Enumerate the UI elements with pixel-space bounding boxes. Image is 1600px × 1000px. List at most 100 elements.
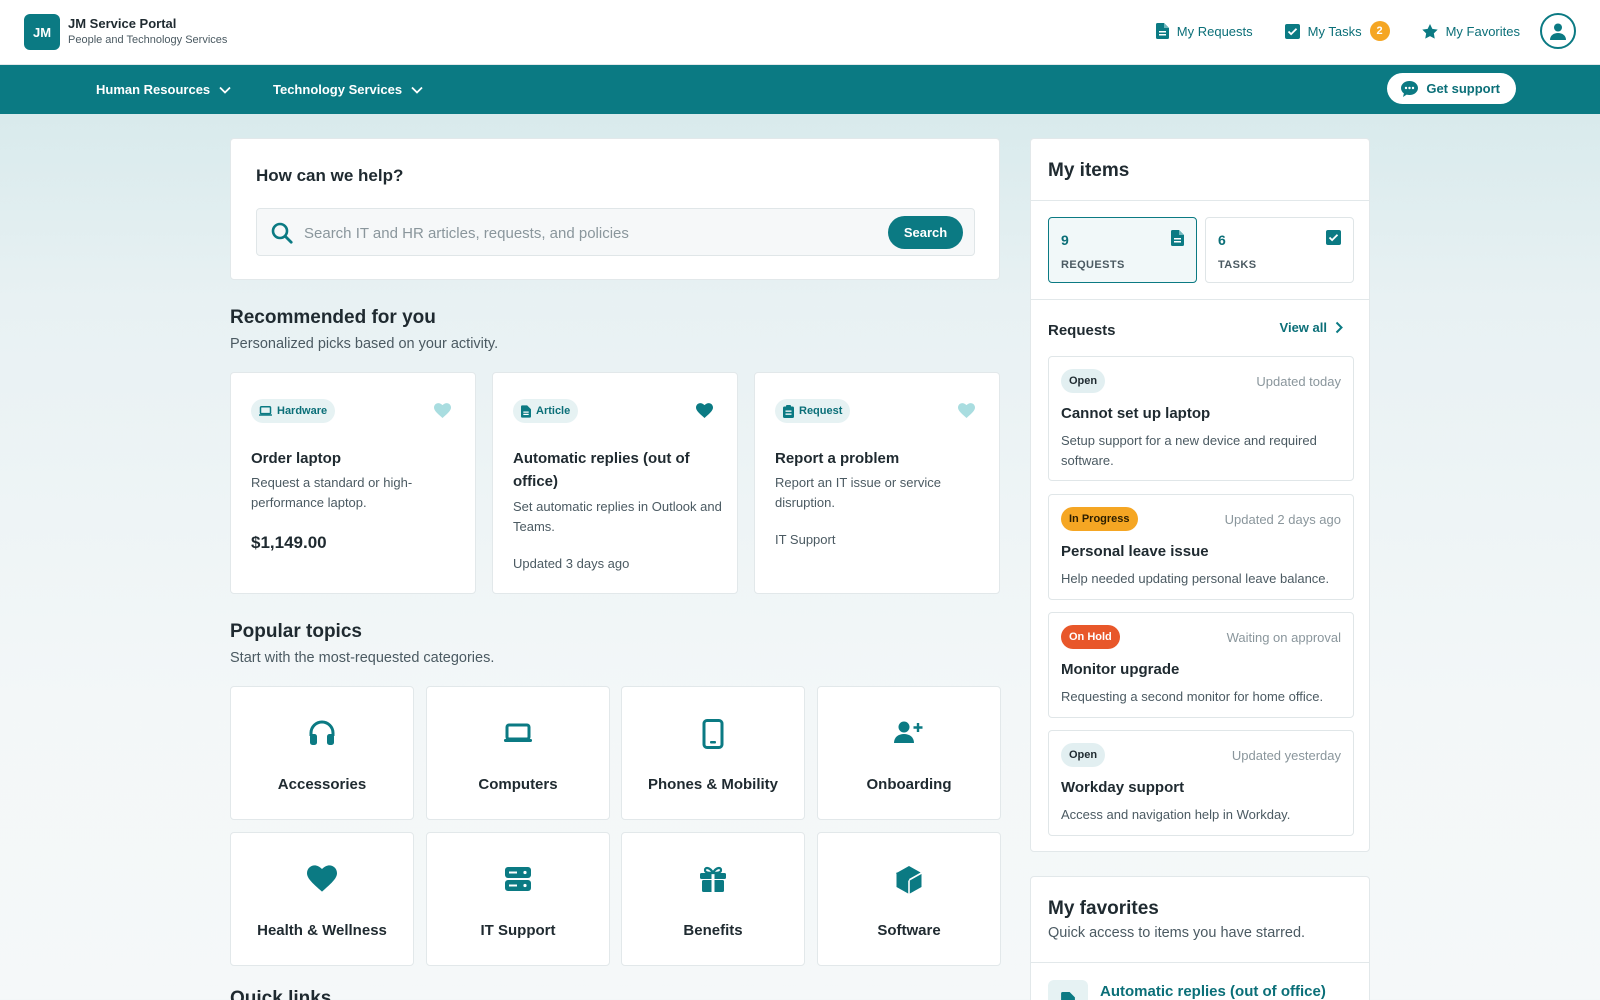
request-title: Workday support xyxy=(1061,779,1185,796)
topic-health-wellness[interactable]: Health & Wellness xyxy=(230,832,414,966)
requests-heading: Requests xyxy=(1048,322,1116,339)
topic-benefits[interactable]: Benefits xyxy=(621,832,805,966)
request-updated: Updated yesterday xyxy=(1231,748,1341,763)
request-description: Setup support for a new device and requi… xyxy=(1061,433,1317,469)
checkbox-icon xyxy=(1326,230,1341,245)
favorite-heart-icon[interactable] xyxy=(958,403,975,418)
favorite-item-title: Automatic replies (out of office) xyxy=(1100,982,1326,1000)
request-card-cannot-set-up-laptop[interactable]: Open Updated today Cannot set up laptop … xyxy=(1048,356,1354,481)
topic-accessories[interactable]: Accessories xyxy=(230,686,414,820)
chevron-down-icon xyxy=(219,86,231,94)
top-header: JM JM Service Portal People and Technolo… xyxy=(0,0,1600,65)
user-icon xyxy=(1550,23,1566,40)
card-description: Set automatic replies in Outlook and Tea… xyxy=(513,499,722,535)
get-support-label: Get support xyxy=(1426,81,1500,96)
topic-software[interactable]: Software xyxy=(817,832,1001,966)
favorite-heart-icon[interactable] xyxy=(696,403,713,418)
request-updated: Updated 2 days ago xyxy=(1224,512,1341,527)
favorite-item[interactable]: Automatic replies (out of office) xyxy=(1048,980,1326,1000)
brand-subtitle: People and Technology Services xyxy=(68,34,228,47)
card-price: $1,149.00 xyxy=(251,533,327,552)
cube-icon xyxy=(895,865,923,895)
recommended-card-automatic-replies[interactable]: Article Automatic replies (out of office… xyxy=(492,372,738,594)
my-favorites-subtitle: Quick access to items you have starred. xyxy=(1048,925,1306,941)
phone-icon xyxy=(702,719,724,749)
nav-technology-services[interactable]: Technology Services xyxy=(273,65,423,114)
my-tasks-label: My Tasks xyxy=(1307,23,1362,39)
headphones-icon xyxy=(308,719,336,747)
checkbox-icon xyxy=(1284,23,1300,39)
nav-technology-services-label: Technology Services xyxy=(273,82,403,97)
topics-title: Popular topics xyxy=(230,621,362,642)
request-title: Cannot set up laptop xyxy=(1061,405,1211,422)
topics-subtitle: Start with the most-requested categories… xyxy=(230,650,495,666)
divider xyxy=(1031,200,1369,201)
my-requests-label: My Requests xyxy=(1176,23,1253,39)
brand-text: JM Service Portal People and Technology … xyxy=(68,16,227,48)
request-title: Personal leave issue xyxy=(1061,543,1209,560)
document-icon xyxy=(1171,230,1184,246)
status-badge: In Progress xyxy=(1061,507,1138,531)
category-tag-label: Hardware xyxy=(277,405,328,417)
topic-label: Health & Wellness xyxy=(257,922,387,939)
search-heading: How can we help? xyxy=(256,166,404,185)
requests-stat-label: REQUESTS xyxy=(1061,259,1125,271)
card-title: Automatic replies (out of office) xyxy=(513,450,690,490)
get-support-button[interactable]: Get support xyxy=(1387,73,1516,104)
status-badge: Open xyxy=(1061,369,1106,393)
brand-title: JM Service Portal xyxy=(68,16,177,31)
document-icon xyxy=(1155,23,1169,39)
nav-human-resources[interactable]: Human Resources xyxy=(96,65,231,114)
status-badge: On Hold xyxy=(1061,625,1120,649)
request-updated: Updated today xyxy=(1256,374,1341,389)
search-input[interactable] xyxy=(304,219,864,247)
tasks-stat-box[interactable]: 6 TASKS xyxy=(1205,217,1354,283)
topic-label: Computers xyxy=(478,776,558,793)
my-items-title: My items xyxy=(1048,160,1130,181)
card-title: Order laptop xyxy=(251,450,342,467)
request-card-personal-leave[interactable]: In Progress Updated 2 days ago Personal … xyxy=(1048,494,1354,600)
avatar[interactable] xyxy=(1540,13,1576,49)
divider xyxy=(1031,962,1369,963)
view-all-link[interactable]: View all xyxy=(1280,320,1343,335)
my-requests-link[interactable]: My Requests xyxy=(1155,23,1253,39)
topic-label: Onboarding xyxy=(866,776,952,793)
add-user-icon xyxy=(894,719,924,745)
category-tag: Request xyxy=(775,399,851,423)
quick-links-title: Quick links xyxy=(230,988,332,1000)
topic-it-support[interactable]: IT Support xyxy=(426,832,610,966)
request-card-workday-support[interactable]: Open Updated yesterday Workday support A… xyxy=(1048,730,1354,836)
card-description: Report an IT issue or service disruption… xyxy=(775,475,941,511)
my-tasks-link[interactable]: My Tasks 2 xyxy=(1284,21,1390,41)
request-updated: Waiting on approval xyxy=(1226,630,1341,645)
my-favorites-link[interactable]: My Favorites xyxy=(1421,23,1520,39)
main-nav: Human Resources Technology Services Get … xyxy=(0,65,1600,114)
topic-label: Software xyxy=(877,922,941,939)
requests-stat-box[interactable]: 9 REQUESTS xyxy=(1048,217,1197,283)
request-card-monitor-upgrade[interactable]: On Hold Waiting on approval Monitor upgr… xyxy=(1048,612,1354,718)
topic-computers[interactable]: Computers xyxy=(426,686,610,820)
topic-phones-mobility[interactable]: Phones & Mobility xyxy=(621,686,805,820)
search-button[interactable]: Search xyxy=(888,216,963,249)
clipboard-icon xyxy=(783,404,794,418)
tasks-stat-label: TASKS xyxy=(1218,259,1257,271)
topic-label: Accessories xyxy=(277,776,367,793)
view-all-label: View all xyxy=(1279,320,1327,335)
topic-onboarding[interactable]: Onboarding xyxy=(817,686,1001,820)
topic-label: IT Support xyxy=(480,922,556,939)
tasks-count: 6 xyxy=(1218,232,1226,248)
category-tag: Article xyxy=(513,399,579,423)
chevron-down-icon xyxy=(411,86,423,94)
recommended-card-report-problem[interactable]: Request Report a problem Report an IT is… xyxy=(754,372,1000,594)
status-badge: Open xyxy=(1061,743,1106,767)
search-card: How can we help? Search xyxy=(230,138,1000,280)
chevron-right-icon xyxy=(1335,321,1343,334)
recommended-card-order-laptop[interactable]: Hardware Order laptop Request a standard… xyxy=(230,372,476,594)
brand[interactable]: JM JM Service Portal People and Technolo… xyxy=(24,14,227,50)
laptop-icon xyxy=(503,719,533,745)
request-description: Requesting a second monitor for home off… xyxy=(1061,689,1324,704)
tasks-count-badge: 2 xyxy=(1369,21,1390,41)
favorite-heart-icon[interactable] xyxy=(434,403,451,418)
card-meta: IT Support xyxy=(775,532,836,547)
brand-logo[interactable]: JM xyxy=(24,14,60,50)
